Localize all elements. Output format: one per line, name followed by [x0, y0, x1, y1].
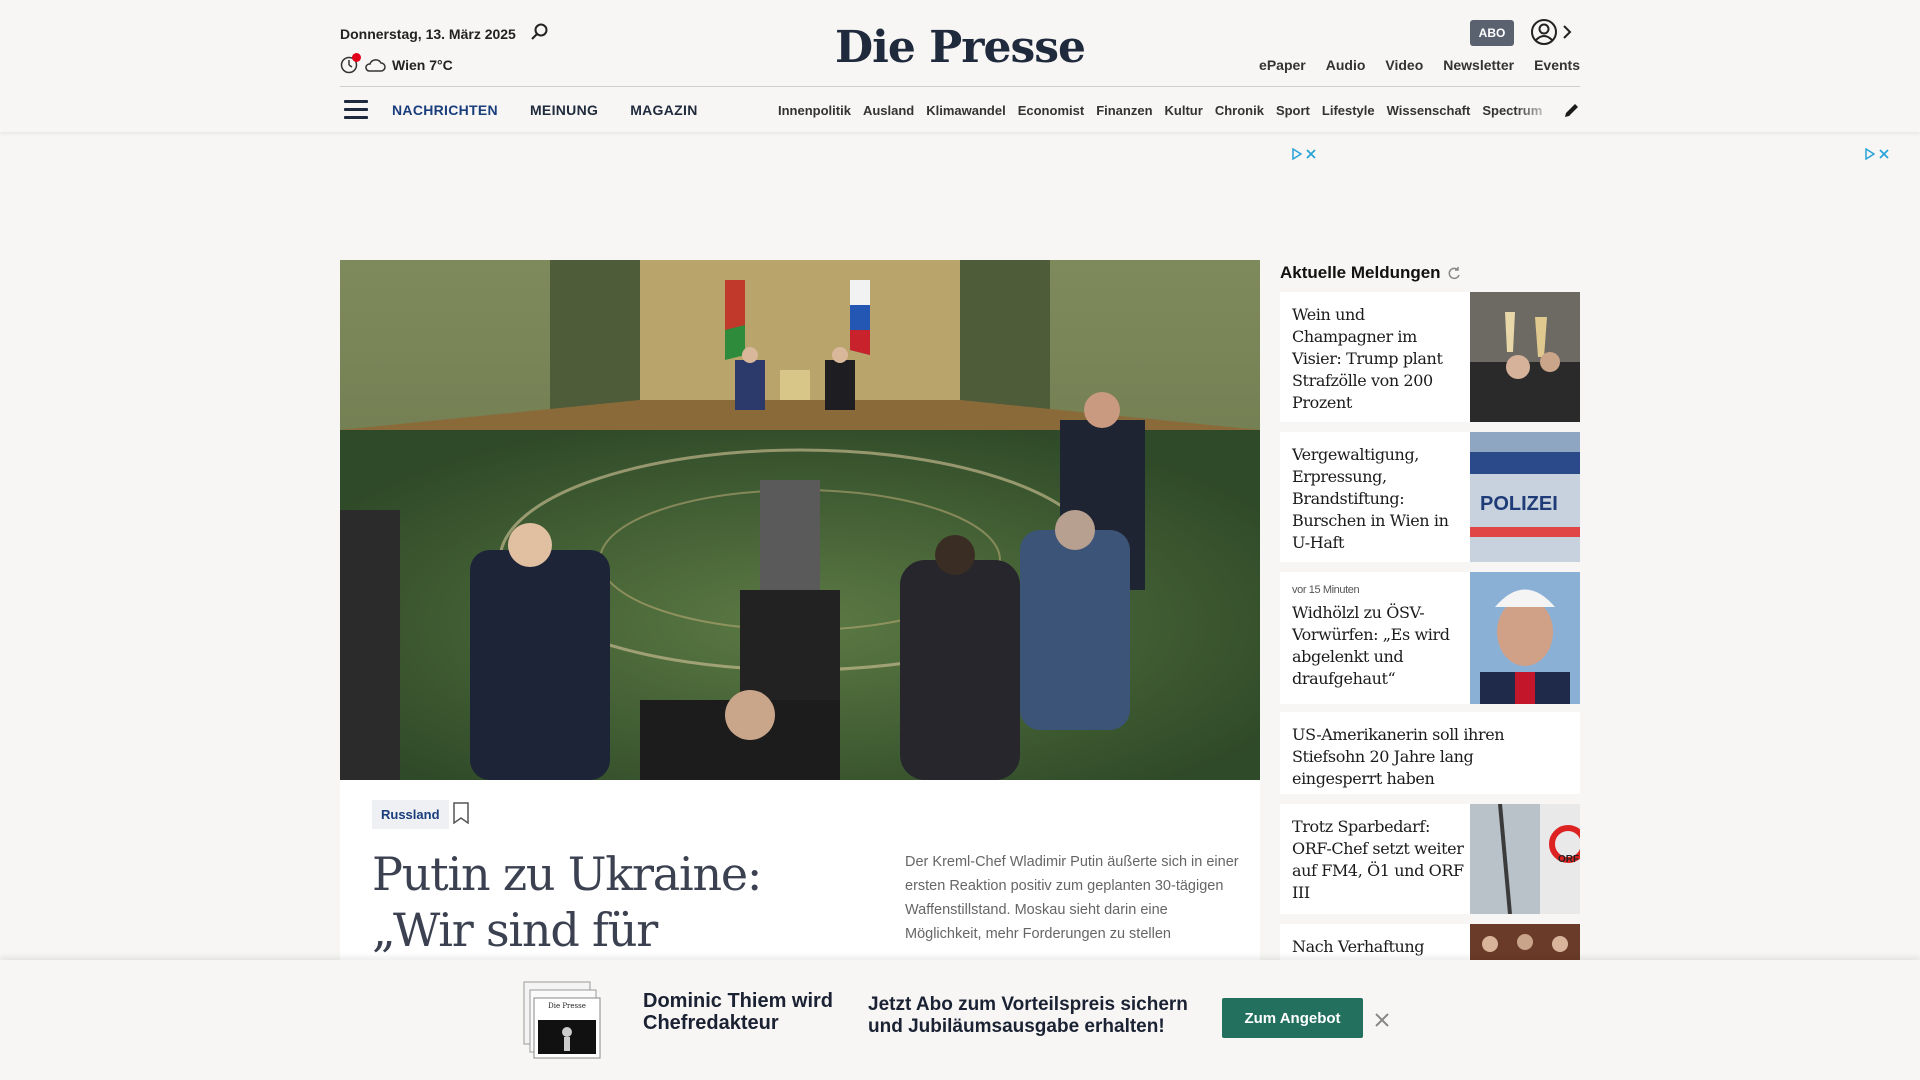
nav-divider: [340, 86, 1580, 87]
ad-choices-badge-right[interactable]: [1865, 148, 1889, 160]
list-item[interactable]: Vergewaltigung, Erpressung, Brandstiftun…: [1280, 432, 1580, 562]
thumbnail-champagne: [1470, 292, 1580, 422]
user-icon: [1531, 19, 1557, 45]
thumbnail-people: [1470, 924, 1580, 964]
list-item[interactable]: Wein und Champagner im Visier: Trump pla…: [1280, 292, 1580, 422]
top-links: ePaper Audio Video Newsletter Events: [1259, 57, 1580, 73]
link-audio[interactable]: Audio: [1326, 57, 1366, 73]
subscription-promo-bar: Die Presse Dominic Thiem wird Chefredakt…: [0, 960, 1920, 1080]
hero-headline[interactable]: Putin zu Ukraine: „Wir sind für: [372, 846, 812, 958]
news-sidebar: Aktuelle Meldungen Wein und Champagner i…: [1280, 262, 1580, 964]
subnav-ausland[interactable]: Ausland: [863, 103, 914, 118]
link-epaper[interactable]: ePaper: [1259, 57, 1306, 73]
subnav-sport[interactable]: Sport: [1276, 103, 1310, 118]
nav-meinung[interactable]: MEINUNG: [530, 102, 598, 118]
hero-lead: Der Kreml-Chef Wladimir Putin äußerte si…: [905, 854, 1239, 942]
ad-close-icon[interactable]: [1879, 149, 1889, 159]
thumbnail-police-car: POLIZEI: [1470, 432, 1580, 562]
close-icon[interactable]: [1372, 1010, 1392, 1030]
link-video[interactable]: Video: [1385, 57, 1423, 73]
promo-text: Jetzt Abo zum Vorteilspreis sichern und …: [868, 994, 1188, 1037]
link-events[interactable]: Events: [1534, 57, 1580, 73]
link-newsletter[interactable]: Newsletter: [1443, 57, 1514, 73]
sub-nav: Innenpolitik Ausland Klimawandel Economi…: [778, 103, 1554, 118]
subnav-innenpolitik[interactable]: Innenpolitik: [778, 103, 851, 118]
news-title: US-Amerikanerin soll ihren Stiefsohn 20 …: [1292, 725, 1505, 788]
news-title: Wein und Champagner im Visier: Trump pla…: [1292, 305, 1443, 412]
list-item[interactable]: Nach Verhaftung: [1280, 924, 1580, 964]
sidebar-title-text: Aktuelle Meldungen: [1280, 263, 1441, 282]
hero-image[interactable]: [340, 260, 1260, 780]
news-title: Vergewaltigung, Erpressung, Brandstiftun…: [1292, 445, 1449, 552]
category-tag[interactable]: Russland: [372, 800, 449, 829]
pencil-icon[interactable]: [1562, 100, 1582, 120]
subnav-lifestyle[interactable]: Lifestyle: [1322, 103, 1375, 118]
ad-play-icon: [1865, 148, 1875, 160]
subnav-wissenschaft[interactable]: Wissenschaft: [1387, 103, 1471, 118]
user-menu-button[interactable]: [1530, 18, 1576, 46]
list-item[interactable]: Trotz Sparbedarf: ORF-Chef setzt weiter …: [1280, 804, 1580, 914]
subnav-chronik[interactable]: Chronik: [1215, 103, 1264, 118]
newspaper-stack-image: Die Presse: [523, 981, 601, 1059]
orf-lettering: ORF: [1558, 854, 1579, 865]
ad-close-icon[interactable]: [1306, 149, 1316, 159]
site-header: Donnerstag, 13. März 2025 Wien 7°C Die P…: [0, 0, 1920, 132]
list-item[interactable]: US-Amerikanerin soll ihren Stiefsohn 20 …: [1280, 712, 1580, 794]
list-item[interactable]: vor 15 Minuten Widhölzl zu ÖSV-Vorwürfen…: [1280, 572, 1580, 704]
news-title: Trotz Sparbedarf: ORF-Chef setzt weiter …: [1292, 817, 1464, 902]
newspaper-logo: Die Presse: [548, 1002, 586, 1010]
nav-magazin[interactable]: MAGAZIN: [630, 102, 697, 118]
news-timestamp: vor 15 Minuten: [1292, 584, 1360, 596]
chevron-right-icon: [1563, 25, 1572, 39]
ad-play-icon: [1292, 148, 1302, 160]
news-title: Widhölzl zu ÖSV-Vorwürfen: „Es wird abge…: [1292, 603, 1450, 688]
menu-icon[interactable]: [344, 100, 368, 120]
subnav-finanzen[interactable]: Finanzen: [1096, 103, 1152, 118]
ad-choices-badge[interactable]: [1292, 148, 1316, 160]
header-inner: Donnerstag, 13. März 2025 Wien 7°C Die P…: [340, 0, 1580, 132]
refresh-icon[interactable]: [1447, 266, 1461, 280]
promo-title: Dominic Thiem wird Chefredakteur: [643, 990, 834, 1034]
thumbnail-orf: ORF: [1470, 804, 1580, 914]
subnav-economist[interactable]: Economist: [1018, 103, 1084, 118]
subnav-kultur[interactable]: Kultur: [1165, 103, 1203, 118]
main-nav: NACHRICHTEN MEINUNG MAGAZIN: [392, 102, 698, 118]
subnav-spectrum[interactable]: Spectrum: [1482, 103, 1542, 118]
offer-button[interactable]: Zum Angebot: [1222, 998, 1363, 1038]
news-entry: vor 15 Minuten Widhölzl zu ÖSV-Vorwürfen…: [1292, 584, 1467, 690]
subnav-klimawandel[interactable]: Klimawandel: [926, 103, 1005, 118]
abo-button[interactable]: ABO: [1470, 20, 1514, 46]
bookmark-icon[interactable]: [452, 802, 470, 824]
news-title: Nach Verhaftung: [1292, 937, 1425, 956]
thumbnail-portrait: [1470, 572, 1580, 704]
sidebar-title: Aktuelle Meldungen: [1280, 262, 1580, 284]
nav-nachrichten[interactable]: NACHRICHTEN: [392, 102, 498, 118]
police-lettering: POLIZEI: [1480, 493, 1558, 515]
